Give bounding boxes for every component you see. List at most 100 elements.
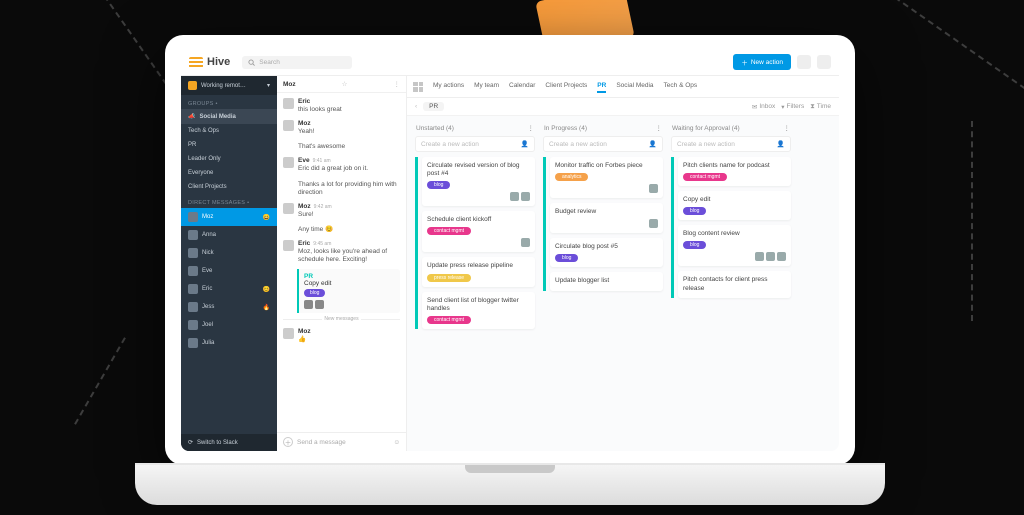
nav-tab[interactable]: My actions (433, 80, 464, 93)
chat-title: Moz (283, 81, 296, 88)
nav-tab[interactable]: My team (474, 80, 499, 93)
dm-label: Nick (202, 250, 214, 256)
card-title: Blog content review (683, 230, 786, 238)
sidebar-group-item[interactable]: Leader Only (181, 152, 277, 166)
card-title: Pitch contacts for client press release (683, 276, 786, 292)
sidebar: Working remot… ▾ GROUPS • 📣Social MediaT… (181, 76, 277, 451)
message-author: Eric (298, 98, 310, 105)
create-action-input[interactable]: Create a new action👤 (671, 136, 791, 152)
sidebar-dm-item[interactable]: Eve (181, 262, 277, 280)
board-card[interactable]: Schedule client kickoffcontact mgmt (422, 211, 535, 252)
emoji-icon[interactable]: ☺ (393, 439, 400, 446)
dm-label: Moz (202, 214, 213, 220)
sidebar-dm-item[interactable]: Joel (181, 316, 277, 334)
chat-message: Eric9:45 amMoz, looks like you're ahead … (277, 237, 406, 267)
kanban-board: Unstarted (4)⋮Create a new action👤Circul… (407, 116, 839, 451)
column-title: In Progress (4) (544, 125, 587, 132)
assignee-icon[interactable]: 👤 (649, 140, 657, 148)
message-body: Thanks a lot for providing him with dire… (298, 181, 400, 197)
chat-message: Ericthis looks great (277, 95, 406, 117)
card-tag: blog (683, 241, 706, 249)
board-card[interactable]: Pitch contacts for client press release (678, 271, 791, 297)
group-label: Everyone (188, 170, 213, 176)
column-menu-icon[interactable]: ⋮ (656, 124, 663, 132)
card-title: Copy edit (683, 196, 786, 204)
inbox-button[interactable]: ✉ Inbox (752, 103, 775, 111)
groups-heading: GROUPS • (181, 95, 277, 109)
board-card[interactable]: Circulate revised version of blog post #… (422, 157, 535, 206)
sidebar-group-item[interactable]: PR (181, 138, 277, 152)
avatar (188, 230, 198, 240)
sidebar-group-item[interactable]: Everyone (181, 166, 277, 180)
column-title: Waiting for Approval (4) (672, 125, 740, 132)
breadcrumb-project[interactable]: PR (423, 102, 444, 111)
profile-icon[interactable] (797, 55, 811, 69)
nav-tab[interactable]: Client Projects (545, 80, 587, 93)
avatar (188, 338, 198, 348)
filters-button[interactable]: ▾ Filters (781, 103, 804, 111)
workspace-selector[interactable]: Working remot… ▾ (181, 76, 277, 95)
board-card[interactable]: Blog content review blog (678, 225, 791, 266)
board-card[interactable]: Send client list of blogger twitter hand… (422, 292, 535, 329)
sidebar-group-item[interactable]: 📣Social Media (181, 109, 277, 124)
card-title: Monitor traffic on Forbes piece (555, 162, 658, 170)
more-icon[interactable]: ⋮ (394, 80, 401, 88)
board-card[interactable]: Monitor traffic on Forbes pieceanalytics (550, 157, 663, 198)
time-button[interactable]: ⧗ Time (810, 103, 831, 111)
sidebar-group-item[interactable]: Tech & Ops (181, 124, 277, 138)
message-body: this looks great (298, 106, 400, 114)
sidebar-dm-item[interactable]: Moz😄 (181, 208, 277, 226)
add-placeholder: Create a new action (549, 141, 607, 148)
board-card[interactable]: Update blogger list (550, 272, 663, 290)
column-menu-icon[interactable]: ⋮ (528, 124, 535, 132)
add-placeholder: Create a new action (421, 141, 479, 148)
create-action-input[interactable]: Create a new action 👤 (415, 136, 535, 152)
new-action-button[interactable]: ＋ New action (733, 54, 791, 70)
app-logo[interactable]: Hive (189, 56, 230, 68)
message-author: Eric (298, 240, 310, 247)
board-card[interactable]: Circulate blog post #5blog (550, 238, 663, 267)
board-card[interactable]: Pitch clients name for podcastcontact mg… (678, 157, 791, 186)
card-assignee-avatar (649, 184, 658, 193)
bell-icon[interactable] (817, 55, 831, 69)
nav-tab[interactable]: Social Media (616, 80, 653, 93)
column-menu-icon[interactable]: ⋮ (784, 124, 791, 132)
sidebar-dm-item[interactable]: Nick (181, 244, 277, 262)
thumb-icon (304, 300, 313, 309)
nav-tab[interactable]: PR (597, 80, 606, 93)
star-icon[interactable]: ☆ (342, 80, 348, 88)
message-author: Moz (298, 328, 311, 335)
sidebar-dm-item[interactable]: Julia (181, 334, 277, 352)
breadcrumb-back[interactable]: ‹ (415, 103, 417, 110)
nav-tab[interactable]: Calendar (509, 80, 535, 93)
sidebar-dm-item[interactable]: Jess🔥 (181, 298, 277, 316)
app-screen: Hive Search ＋ New action Working remot… … (181, 49, 839, 451)
board-card[interactable]: Budget review (550, 203, 663, 233)
board-card[interactable]: Copy editblog (678, 191, 791, 220)
decor-line (74, 337, 126, 425)
sidebar-dm-item[interactable]: Anna (181, 226, 277, 244)
grid-icon[interactable] (413, 82, 423, 92)
message-body: Eric did a great job on it. (298, 165, 400, 173)
assignee-icon[interactable]: 👤 (521, 140, 529, 148)
create-action-input[interactable]: Create a new action 👤 (543, 136, 663, 152)
sidebar-group-item[interactable]: Client Projects (181, 180, 277, 194)
attach-icon[interactable]: ＋ (283, 437, 293, 447)
chat-action-card[interactable]: PRCopy editblog (297, 269, 400, 313)
sidebar-footer[interactable]: ⟳ Switch to Slack (181, 434, 277, 451)
new-messages-divider: New messages (277, 316, 406, 322)
group-label: Leader Only (188, 156, 221, 162)
card-assignee-avatar (521, 238, 530, 247)
board-card[interactable]: Update press release pipelinepress relea… (422, 257, 535, 286)
sidebar-dm-item[interactable]: Eric😊 (181, 280, 277, 298)
chat-message: Eve9:41 amEric did a great job on it. (277, 154, 406, 176)
card-assignee-avatar (766, 252, 775, 261)
card-title: Pitch clients name for podcast (683, 162, 786, 170)
search-input[interactable]: Search (242, 56, 352, 69)
message-composer[interactable]: ＋ Send a message ☺ (277, 432, 406, 451)
chat-message: Moz9:42 amSure! (277, 200, 406, 222)
assignee-icon[interactable]: 👤 (777, 140, 785, 148)
card-title: Update blogger list (555, 277, 658, 285)
search-placeholder: Search (259, 59, 280, 66)
nav-tab[interactable]: Tech & Ops (664, 80, 698, 93)
